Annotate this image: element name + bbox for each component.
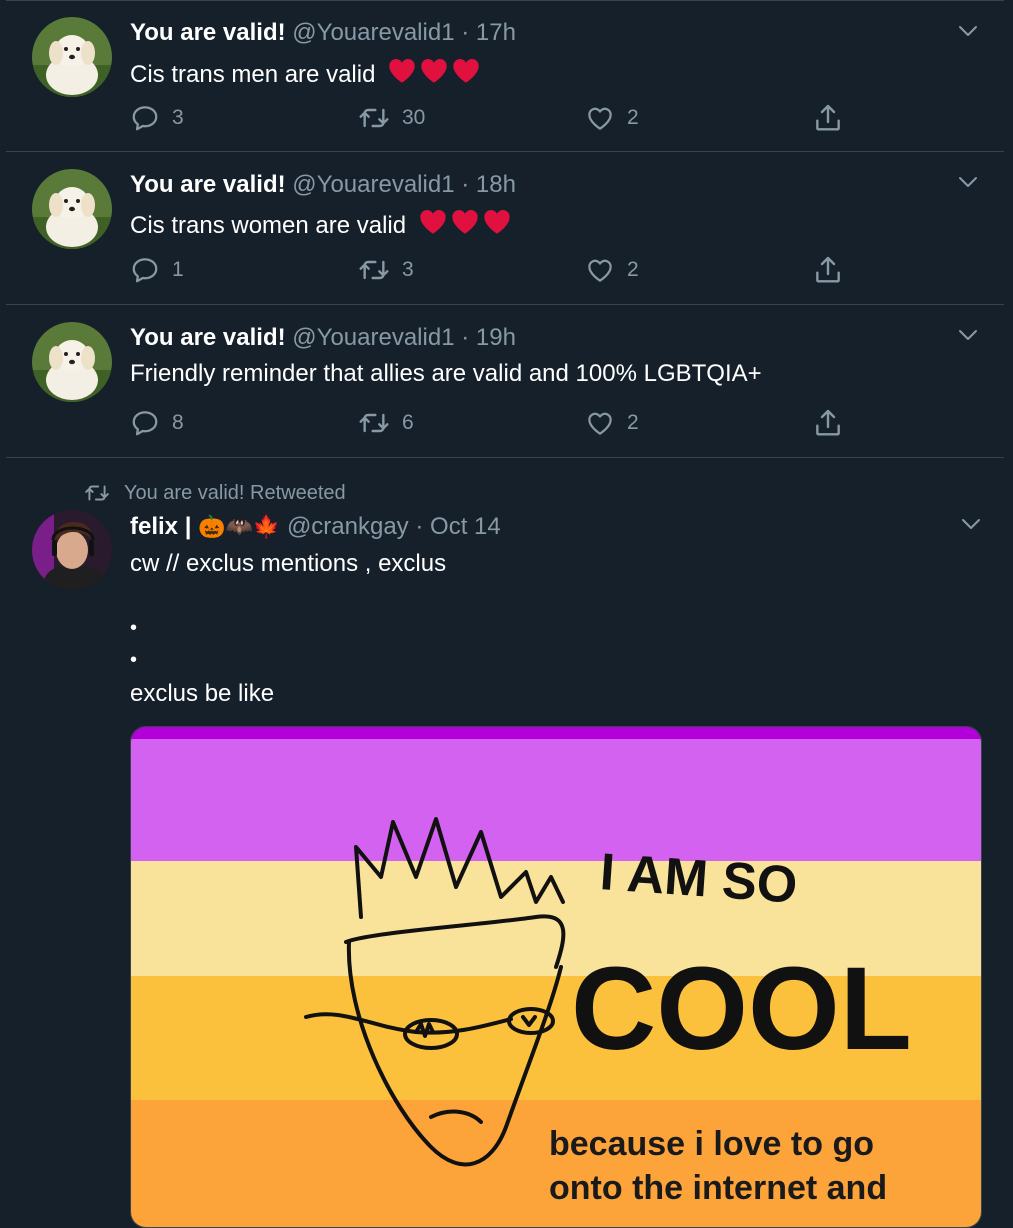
display-name[interactable]: You are valid!	[130, 324, 286, 351]
tweet-header: felix | 🎃🦇🍁 @crankgay · Oct 14	[130, 512, 501, 542]
like-button[interactable]: 2	[585, 406, 639, 440]
like-count: 2	[627, 258, 639, 281]
reply-button[interactable]: 1	[130, 253, 184, 287]
reply-button[interactable]: 3	[130, 101, 184, 135]
separator-dot: ·	[461, 324, 470, 351]
tweet[interactable]: You are valid! @Youarevalid1 · 18h Cis t…	[6, 152, 1004, 305]
image-text-big: COOL	[571, 943, 912, 1075]
display-name-emoji: 🎃🦇🍁	[198, 514, 281, 539]
avatar[interactable]	[32, 17, 112, 97]
retweet-button[interactable]: 3	[358, 253, 414, 287]
share-button[interactable]	[812, 406, 844, 440]
reply-count: 1	[172, 258, 184, 281]
tweet-header: You are valid! @Youarevalid1 · 18h	[130, 170, 516, 200]
like-button[interactable]: 2	[585, 253, 639, 287]
heart-outline-icon	[585, 408, 615, 438]
retweet-icon	[358, 407, 390, 439]
share-button[interactable]	[812, 101, 844, 135]
username[interactable]: @Youarevalid1	[292, 171, 454, 198]
tweet-bullet: •	[130, 649, 138, 671]
chevron-down-icon[interactable]	[956, 170, 980, 194]
image-text-bottom-1: because i love to go	[549, 1125, 874, 1163]
timestamp[interactable]: Oct 14	[430, 513, 501, 540]
retweet-count: 30	[402, 106, 426, 129]
image-text-bottom-2: onto the internet and	[549, 1169, 887, 1207]
heart-outline-icon	[585, 255, 615, 285]
timestamp[interactable]: 19h	[476, 324, 516, 351]
chevron-down-icon[interactable]	[959, 512, 983, 536]
like-count: 2	[627, 106, 639, 129]
retweeted-label: You are valid! Retweeted	[124, 481, 346, 504]
tweet-header: You are valid! @Youarevalid1 · 17h	[130, 18, 516, 48]
flag-stripe-purple	[131, 739, 981, 861]
tweet-text: Cis trans women are valid	[130, 205, 513, 246]
avatar[interactable]	[32, 322, 112, 402]
display-name[interactable]: felix |	[130, 513, 191, 540]
retweet-icon	[358, 102, 390, 134]
reply-count: 8	[172, 411, 184, 434]
speech-bubble-icon	[130, 408, 160, 438]
username[interactable]: @crankgay	[287, 513, 409, 540]
separator-dot: ·	[461, 19, 470, 46]
share-upload-icon	[812, 102, 844, 134]
like-button[interactable]: 2	[585, 101, 639, 135]
tweet-text-content: Cis trans women are valid	[130, 212, 407, 239]
heart-outline-icon	[585, 103, 615, 133]
red-heart-emoji-icon	[386, 54, 482, 95]
separator-dot: ·	[461, 171, 470, 198]
tweet-text-line: exclus be like	[130, 680, 275, 707]
speech-bubble-icon	[130, 103, 160, 133]
timestamp[interactable]: 18h	[476, 171, 516, 198]
username[interactable]: @Youarevalid1	[292, 324, 454, 351]
avatar[interactable]	[32, 169, 112, 249]
retweeted-banner[interactable]: You are valid! Retweeted	[84, 478, 346, 508]
tweet-header: You are valid! @Youarevalid1 · 19h	[130, 323, 516, 353]
tweet-text: Cis trans men are valid	[130, 54, 482, 95]
retweet-icon	[358, 254, 390, 286]
share-button[interactable]	[812, 253, 844, 287]
share-upload-icon	[812, 254, 844, 286]
chevron-down-icon[interactable]	[956, 323, 980, 347]
tweet-actions: 1 3 2	[130, 253, 850, 287]
meme-image: I AM SO COOL because i love to go onto t…	[131, 727, 981, 1227]
tweet-actions: 8 6 2	[130, 406, 850, 440]
retweet-button[interactable]: 6	[358, 406, 414, 440]
avatar[interactable]	[32, 510, 112, 590]
red-heart-emoji-icon	[417, 205, 513, 246]
display-name[interactable]: You are valid!	[130, 171, 286, 198]
flag-stripe-orange	[131, 1100, 981, 1227]
tweet-text-content: Cis trans men are valid	[130, 61, 376, 88]
display-name[interactable]: You are valid!	[130, 19, 286, 46]
tweet-bullet: •	[130, 617, 138, 639]
retweet-count: 3	[402, 258, 414, 281]
tweet[interactable]: You are valid! @Youarevalid1 · 19h Frien…	[6, 305, 1004, 458]
chevron-down-icon[interactable]	[956, 19, 980, 43]
reply-button[interactable]: 8	[130, 406, 184, 440]
like-count: 2	[627, 411, 639, 434]
tweet-actions: 3 30 2	[130, 101, 850, 135]
timestamp[interactable]: 17h	[476, 19, 516, 46]
tweet[interactable]: You are valid! @Youarevalid1 · 17h Cis t…	[6, 0, 1004, 152]
reply-count: 3	[172, 106, 184, 129]
retweet-count: 6	[402, 411, 414, 434]
separator-dot: ·	[415, 513, 424, 540]
tweet-image[interactable]: I AM SO COOL because i love to go onto t…	[130, 726, 982, 1228]
username[interactable]: @Youarevalid1	[292, 19, 454, 46]
tweet-text-line: cw // exclus mentions , exclus	[130, 550, 447, 577]
speech-bubble-icon	[130, 255, 160, 285]
retweet-button[interactable]: 30	[358, 101, 425, 135]
share-upload-icon	[812, 407, 844, 439]
retweet-icon	[84, 480, 110, 506]
tweet-text: Friendly reminder that allies are valid …	[130, 360, 762, 387]
